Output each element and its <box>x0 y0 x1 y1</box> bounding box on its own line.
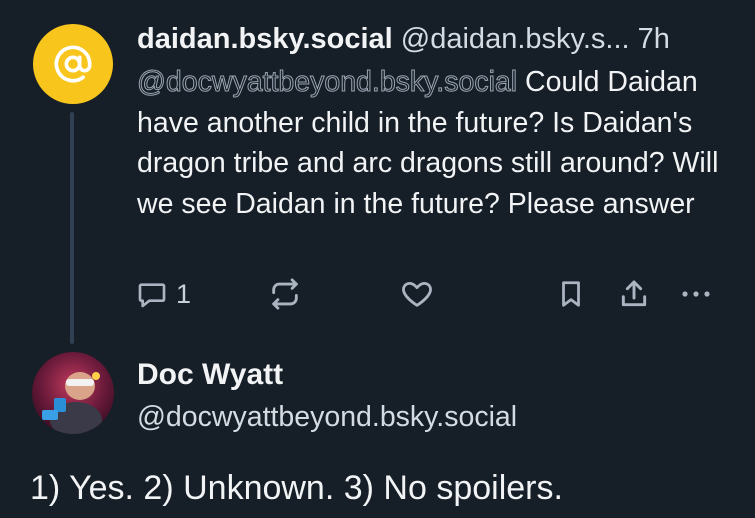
bookmark-button[interactable] <box>556 276 586 312</box>
parent-author-display-name[interactable]: daidan.bsky.social <box>137 23 393 55</box>
at-sign-icon <box>54 45 92 83</box>
reply-count: 1 <box>176 278 192 309</box>
parent-author-avatar[interactable] <box>33 24 113 104</box>
like-button[interactable] <box>400 276 434 312</box>
post-action-bar: 1 <box>0 276 755 312</box>
repost-icon <box>272 278 298 310</box>
reply-author-handle[interactable]: @docwyattbeyond.bsky.social <box>137 397 517 437</box>
reply-author-avatar[interactable] <box>32 352 114 434</box>
reply-button[interactable]: 1 <box>136 276 191 312</box>
more-dots-icon <box>682 291 710 297</box>
more-options-button[interactable] <box>678 276 714 312</box>
heart-icon <box>402 281 432 307</box>
parent-author-handle[interactable]: @daidan.bsky.s... <box>401 23 630 55</box>
bookmark-icon <box>562 281 580 307</box>
parent-post-text: @docwyattbeyond.bsky.social Could Daidan… <box>136 62 737 224</box>
reply-post-text: 1) Yes. 2) Unknown. 3) No spoilers. <box>30 469 563 507</box>
repost-button[interactable] <box>268 276 302 312</box>
parent-post-header: daidan.bsky.social @daidan.bsky.s... 7h <box>137 19 737 59</box>
share-button[interactable] <box>618 276 650 312</box>
speech-bubble-icon <box>138 283 166 308</box>
share-icon <box>621 280 647 307</box>
reply-author-display-name[interactable]: Doc Wyatt <box>137 355 283 395</box>
mention-link[interactable]: @docwyattbeyond.bsky.social <box>136 66 517 99</box>
parent-post-age[interactable]: 7h <box>638 23 670 55</box>
